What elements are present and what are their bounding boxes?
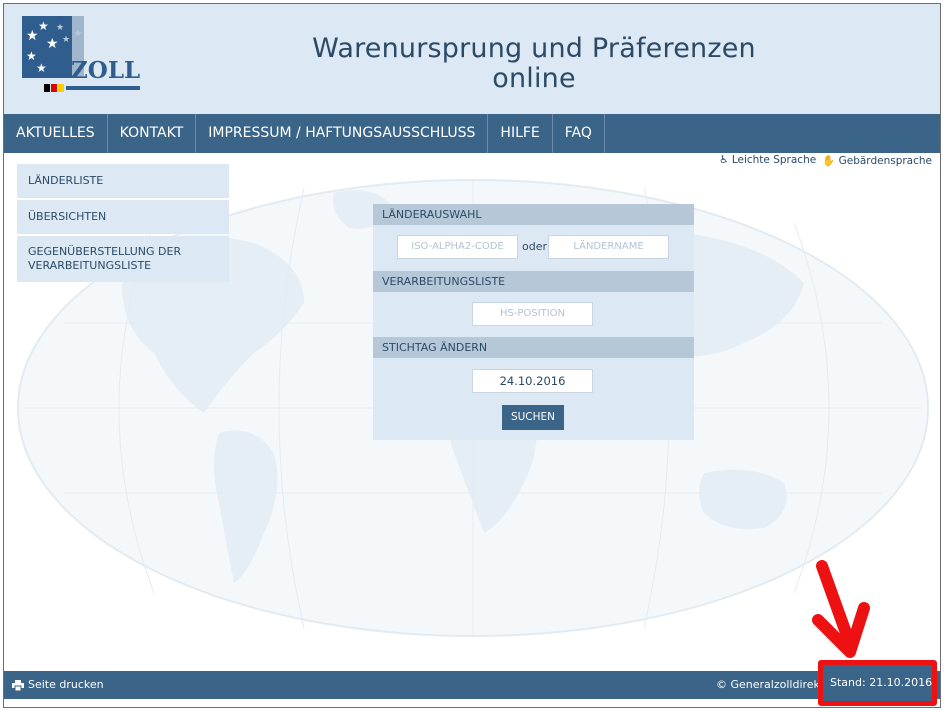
search-panel: LÄNDERAUSWAHL ISO-ALPHA2-CODE oder LÄNDE… (373, 204, 694, 440)
processing-list-header: VERARBEITUNGSLISTE (373, 271, 694, 292)
svg-text:★: ★ (46, 36, 59, 52)
svg-text:★: ★ (38, 19, 49, 33)
svg-text:★: ★ (56, 23, 64, 33)
sidebar-item-label-line2: VERARBEITUNGSLISTE (28, 259, 152, 272)
svg-text:★: ★ (74, 29, 82, 39)
nav-aktuelles[interactable]: AKTUELLES (4, 114, 108, 153)
date-input[interactable]: 24.10.2016 (472, 369, 593, 393)
svg-text:★: ★ (26, 28, 39, 44)
site-header: ★ ★ ★ ★ ★ ★ ★ ★ ZOLL Warenursprung und P… (4, 4, 940, 114)
accessibility-links: ♿ Leichte Sprache ✋ Gebärdensprache (719, 154, 932, 167)
easy-language-icon: ♿ (719, 154, 729, 166)
sign-language-icon: ✋ (822, 155, 836, 167)
svg-text:★: ★ (36, 61, 47, 75)
highlight-box-annotation: Stand: 21.10.2016 (818, 660, 937, 706)
sidebar-item-label-line1: GEGENÜBERSTELLUNG DER (28, 245, 182, 258)
sidebar-item-uebersichten[interactable]: ÜBERSICHTEN (17, 200, 229, 234)
change-date-header: STICHTAG ÄNDERN (373, 337, 694, 358)
sidebar-item-laenderliste[interactable]: LÄNDERLISTE (17, 164, 229, 198)
svg-text:★: ★ (62, 35, 70, 45)
nav-faq[interactable]: FAQ (553, 114, 605, 153)
easy-language-label: Leichte Sprache (731, 154, 817, 166)
nav-hilfe[interactable]: HILFE (488, 114, 553, 153)
footer: Seite drucken © Generalzolldirektio (4, 671, 940, 699)
easy-language-link[interactable]: ♿ Leichte Sprache (719, 154, 816, 167)
country-selection-header: LÄNDERAUSWAHL (373, 204, 694, 225)
logo-text: ZOLL (71, 57, 140, 84)
main-nav: AKTUELLES KONTAKT IMPRESSUM / HAFTUNGSAU… (4, 114, 940, 153)
sidebar-item-gegenueberstellung[interactable]: GEGENÜBERSTELLUNG DER VERARBEITUNGSLISTE (17, 236, 229, 282)
nav-kontakt[interactable]: KONTAKT (108, 114, 197, 153)
sign-language-link[interactable]: ✋ Gebärdensprache (822, 154, 932, 167)
nav-impressum[interactable]: IMPRESSUM / HAFTUNGSAUSSCHLUSS (196, 114, 489, 153)
print-page-label: Seite drucken (28, 678, 104, 691)
iso-code-input[interactable]: ISO-ALPHA2-CODE (397, 235, 518, 259)
printer-icon (12, 679, 24, 691)
or-label: oder (522, 240, 548, 253)
site-title-line2: online (492, 63, 576, 94)
site-title: Warenursprung und Präferenzen online (304, 34, 764, 94)
country-name-input[interactable]: LÄNDERNAME (548, 235, 669, 259)
print-page-link[interactable]: Seite drucken (12, 671, 104, 699)
hs-position-input[interactable]: HS-POSITION (472, 302, 593, 326)
search-button[interactable]: SUCHEN (502, 405, 564, 430)
sign-language-label: Gebärdensprache (838, 155, 932, 167)
zoll-logo[interactable]: ★ ★ ★ ★ ★ ★ ★ ★ ZOLL (22, 16, 142, 102)
stand-date: Stand: 21.10.2016 (830, 676, 933, 689)
sidebar: LÄNDERLISTE ÜBERSICHTEN GEGENÜBERSTELLUN… (17, 164, 229, 284)
site-title-line1: Warenursprung und Präferenzen (312, 33, 756, 64)
copyright-text: © Generalzolldirektio (716, 678, 835, 691)
red-arrow-annotation (812, 560, 870, 658)
